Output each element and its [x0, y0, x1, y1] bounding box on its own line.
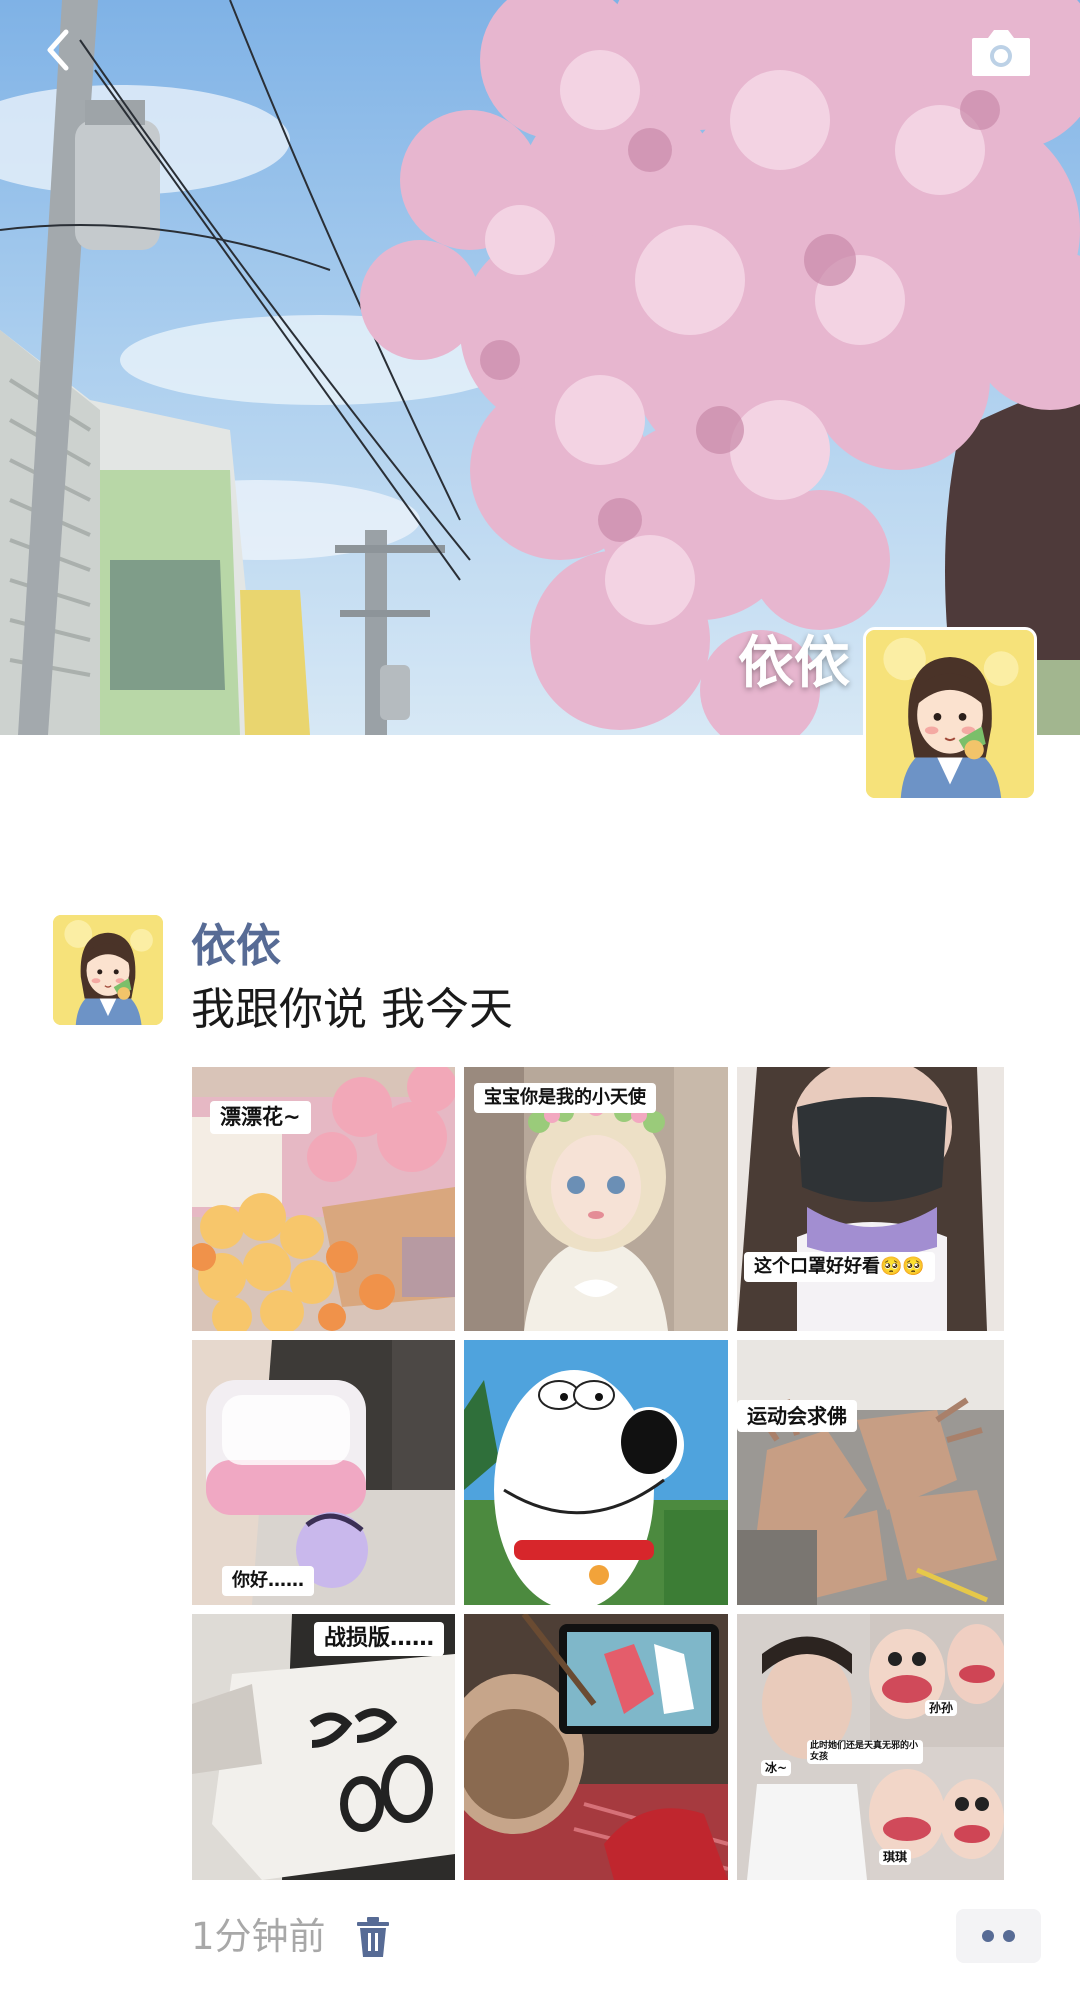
photo-thumbnail[interactable]: 孙孙 冰~ 琪琪 此时她们还是天真无邪的小女孩 [737, 1614, 1004, 1880]
cover-username: 依依 [738, 631, 850, 696]
photo-caption: 孙孙 [925, 1700, 958, 1717]
cover-image[interactable]: 依依 [0, 0, 1080, 735]
cover-scene [0, 0, 1080, 735]
moments-page: 依依 依依 我跟你说 我今天 漂漂花~ 宝宝你是我的小天使 这个口罩好好看🥺🥺 … [0, 0, 1080, 1989]
photo-grid: 漂漂花~ 宝宝你是我的小天使 这个口罩好好看🥺🥺 你好…… 运动会求佛 战损版…… [192, 1067, 1005, 1880]
photo-caption: 战损版…… [314, 1622, 445, 1657]
photo-caption: 冰~ [761, 1760, 792, 1777]
post-text: 我跟你说 我今天 [191, 984, 513, 1035]
post-timestamp: 1分钟前 [191, 1915, 326, 1958]
post-avatar[interactable] [53, 915, 163, 1025]
photo-caption: 漂漂花~ [210, 1101, 311, 1135]
photo-caption: 琪琪 [879, 1849, 912, 1866]
photo-image [464, 1340, 728, 1605]
trash-icon [357, 1917, 389, 1957]
back-button[interactable] [30, 20, 90, 80]
photo-thumbnail[interactable]: 你好…… [192, 1340, 455, 1605]
photo-thumbnail[interactable] [464, 1340, 728, 1605]
photo-caption: 这个口罩好好看🥺🥺 [744, 1252, 935, 1282]
avatar [53, 915, 163, 1025]
photo-image [737, 1067, 1004, 1331]
photo-caption: 宝宝你是我的小天使 [474, 1083, 656, 1113]
more-dots-icon [1003, 1930, 1015, 1942]
more-button[interactable] [956, 1909, 1041, 1963]
more-dots-icon [982, 1930, 994, 1942]
photo-thumbnail[interactable]: 宝宝你是我的小天使 [464, 1067, 728, 1331]
camera-icon [972, 30, 1030, 76]
photo-thumbnail[interactable]: 运动会求佛 [737, 1340, 1004, 1605]
photo-thumbnail[interactable]: 这个口罩好好看🥺🥺 [737, 1067, 1004, 1331]
delete-button[interactable] [355, 1916, 391, 1958]
photo-image [737, 1340, 1004, 1605]
photo-thumbnail[interactable]: 战损版…… [192, 1614, 455, 1880]
photo-image [464, 1614, 728, 1880]
photo-caption: 你好…… [222, 1566, 314, 1596]
cover-avatar[interactable] [863, 627, 1037, 801]
photo-thumbnail[interactable]: 漂漂花~ [192, 1067, 455, 1331]
camera-button[interactable] [968, 22, 1034, 82]
chevron-left-icon [47, 29, 69, 71]
photo-caption: 运动会求佛 [737, 1400, 857, 1432]
avatar [866, 630, 1034, 798]
post-author-name[interactable]: 依依 [191, 916, 281, 976]
photo-caption: 此时她们还是天真无邪的小女孩 [807, 1740, 923, 1764]
photo-thumbnail[interactable] [464, 1614, 728, 1880]
